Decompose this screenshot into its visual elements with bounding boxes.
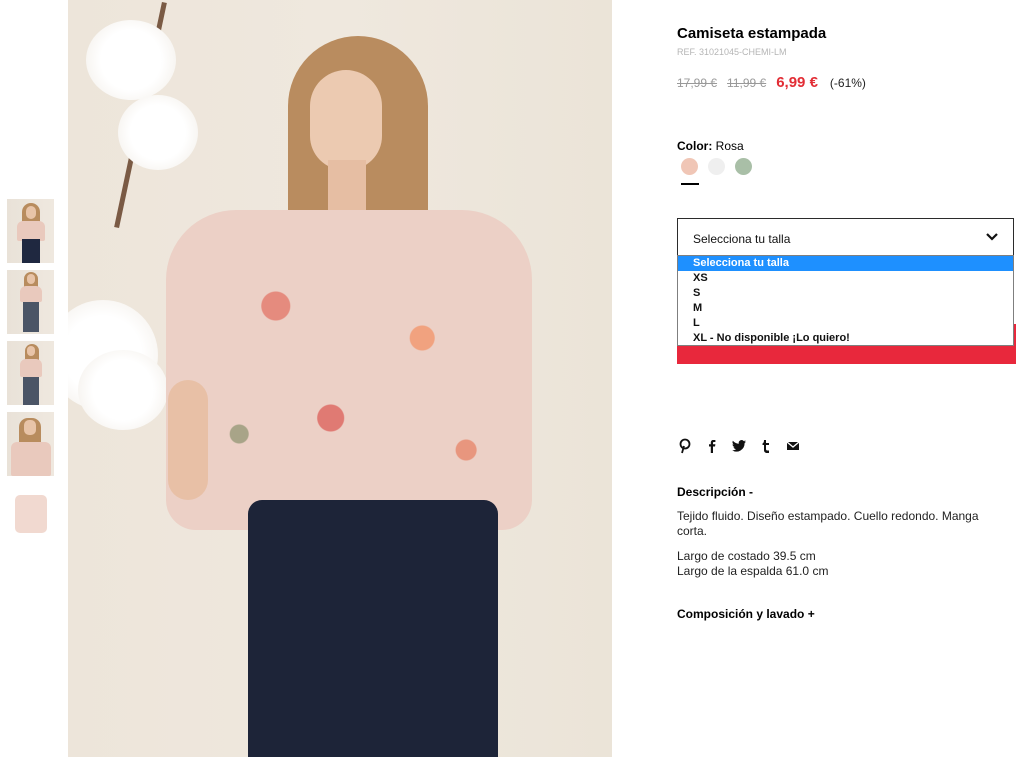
description-toggle[interactable]: Descripción -	[677, 485, 753, 499]
thumbnail-full-body-view[interactable]	[7, 270, 54, 334]
email-icon[interactable]	[785, 438, 801, 454]
thumbnail-face	[24, 420, 36, 435]
product-title: Camiseta estampada	[677, 25, 827, 42]
color-label-value: Rosa	[715, 139, 744, 153]
size-option-l[interactable]: L	[678, 316, 1013, 331]
price-current: 6,99 €	[776, 74, 818, 91]
thumbnail-side-view[interactable]	[7, 341, 54, 405]
color-swatches	[681, 158, 762, 175]
thumbnail-blouse	[17, 221, 45, 241]
discount-percent: (-61%)	[829, 76, 866, 90]
model-neck	[328, 160, 366, 216]
thumbnail-jeans	[22, 239, 40, 263]
thumbnail-face	[27, 346, 35, 356]
twitter-icon[interactable]	[731, 438, 747, 454]
tumblr-icon[interactable]	[758, 438, 774, 454]
size-option-xs[interactable]: XS	[678, 271, 1013, 286]
size-option-s[interactable]: S	[678, 286, 1013, 301]
thumbnail-detail-view[interactable]	[7, 412, 54, 476]
thumbnail-jeans	[23, 302, 39, 332]
color-label-key: Color:	[677, 139, 713, 153]
size-select[interactable]: Selecciona tu talla	[677, 218, 1014, 256]
thumbnail-face	[27, 274, 35, 284]
model-face	[310, 70, 382, 170]
main-product-image	[68, 0, 612, 757]
thumbnail-flat-product-view[interactable]	[7, 483, 54, 547]
color-swatch-rosa[interactable]	[681, 158, 698, 175]
measurement-back: Largo de la espalda 61.0 cm	[677, 564, 829, 578]
printed-blouse	[166, 210, 532, 530]
cotton-flower	[118, 95, 198, 170]
cotton-flower	[78, 350, 168, 430]
color-label: Color: Rosa	[677, 139, 744, 153]
description-text: Tejido fluido. Diseño estampado. Cuello …	[677, 509, 979, 538]
size-option-m[interactable]: M	[678, 301, 1013, 316]
price-block: 17,99 € 11,99 € 6,99 € (-61%)	[677, 74, 866, 91]
color-swatch-green[interactable]	[735, 158, 752, 175]
price-original: 17,99 €	[677, 76, 718, 90]
size-option-placeholder[interactable]: Selecciona tu talla	[678, 256, 1013, 271]
price-previous: 11,99 €	[727, 76, 767, 90]
description-body: Tejido fluido. Diseño estampado. Cuello …	[677, 509, 1007, 579]
product-ref: REF. 31021045-CHEMI-LM	[677, 47, 787, 57]
thumbnail-list	[7, 199, 54, 554]
model-arm	[168, 380, 208, 500]
model-jeans	[248, 500, 498, 757]
color-swatch-white[interactable]	[708, 158, 725, 175]
thumbnail-blouse	[15, 495, 47, 533]
pinterest-icon[interactable]	[677, 438, 693, 454]
thumbnail-blouse	[11, 442, 51, 476]
size-select-label: Selecciona tu talla	[693, 232, 791, 246]
measurement-side: Largo de costado 39.5 cm	[677, 549, 816, 563]
thumbnail-blouse	[20, 286, 42, 302]
chevron-down-icon	[986, 233, 998, 241]
size-options-dropdown: Selecciona tu talla XS S M L XL - No dis…	[677, 255, 1014, 346]
thumbnail-jeans	[23, 377, 39, 405]
share-icons	[677, 438, 812, 454]
thumbnail-blouse	[20, 359, 42, 377]
thumbnail-front-view[interactable]	[7, 199, 54, 263]
size-option-xl[interactable]: XL - No disponible ¡Lo quiero!	[678, 331, 1013, 346]
thumbnail-face	[26, 206, 36, 219]
selected-swatch-indicator	[681, 183, 699, 185]
cotton-flower	[86, 20, 176, 100]
composition-toggle[interactable]: Composición y lavado +	[677, 607, 815, 621]
facebook-icon[interactable]	[704, 438, 720, 454]
